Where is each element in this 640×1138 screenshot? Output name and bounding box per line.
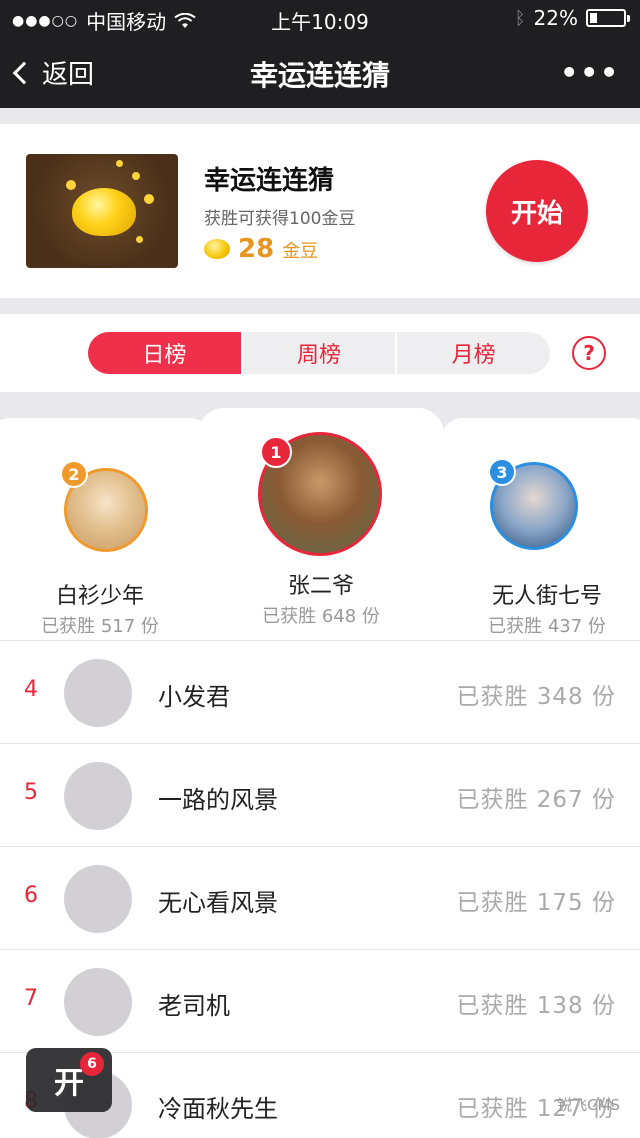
page-title: 幸运连连猜 xyxy=(249,59,390,92)
floating-open-button[interactable]: 开 6 xyxy=(26,1048,112,1112)
rank-badge: 2 xyxy=(60,460,88,488)
player-wins: 已获胜 175 份 xyxy=(456,890,616,916)
player-name: 小发君 xyxy=(158,683,230,711)
avatar xyxy=(64,659,132,727)
avatar xyxy=(64,865,132,933)
podium-rank-2[interactable]: 2 白衫少年 已获胜 517 份 xyxy=(0,418,210,640)
game-description: 获胜可获得100金豆 xyxy=(204,209,356,229)
podium-wins: 已获胜 517 份 xyxy=(41,616,159,637)
game-name: 幸运连连猜 xyxy=(204,166,335,196)
coin-balance: 28 金豆 xyxy=(204,234,318,264)
list-item[interactable]: 7 老司机 已获胜 138 份 xyxy=(0,949,640,1052)
game-thumbnail xyxy=(26,154,178,268)
navbar: 返回 幸运连连猜 ••• xyxy=(0,36,640,108)
player-wins: 已获胜 267 份 xyxy=(456,787,616,813)
podium-name: 张二爷 xyxy=(287,574,354,599)
tab-monthly[interactable]: 月榜 xyxy=(395,332,550,374)
avatar xyxy=(64,762,132,830)
avatar xyxy=(64,968,132,1036)
podium-rank-1[interactable]: 1 张二爷 已获胜 648 份 xyxy=(198,408,444,640)
podium-name: 无人街七号 xyxy=(491,584,602,609)
leaderboard-tabs-bar: 日榜 周榜 月榜 ? xyxy=(0,314,640,392)
rank-number: 7 xyxy=(24,986,38,1011)
tab-daily[interactable]: 日榜 xyxy=(88,332,241,374)
list-item[interactable]: 5 一路的风景 已获胜 267 份 xyxy=(0,743,640,846)
player-wins: 已获胜 348 份 xyxy=(456,684,616,710)
bluetooth-icon: ᛒ xyxy=(514,7,526,29)
rank-number: 4 xyxy=(24,677,38,702)
gold-bean-icon xyxy=(72,188,136,236)
rank-badge: 1 xyxy=(260,436,292,468)
notification-badge: 6 xyxy=(80,1052,104,1076)
player-name: 冷面秋先生 xyxy=(158,1095,278,1123)
help-icon[interactable]: ? xyxy=(572,336,606,370)
coin-value: 28 xyxy=(238,234,275,264)
game-card: 幸运连连猜 获胜可获得100金豆 28 金豆 开始 xyxy=(0,124,640,298)
player-name: 无心看风景 xyxy=(158,889,278,917)
list-item[interactable]: 4 小发君 已获胜 348 份 xyxy=(0,640,640,743)
more-options-button[interactable]: ••• xyxy=(560,56,620,89)
rank-number: 6 xyxy=(24,883,38,908)
rank-number: 5 xyxy=(24,780,38,805)
watermark: 锐飞CMS xyxy=(557,1096,620,1114)
podium-rank-3[interactable]: 3 无人街七号 已获胜 437 份 xyxy=(442,418,640,640)
podium-wins: 已获胜 648 份 xyxy=(262,606,380,627)
coin-unit: 金豆 xyxy=(282,241,319,262)
leaderboard-tabs: 日榜 周榜 月榜 xyxy=(88,332,550,374)
podium-wins: 已获胜 437 份 xyxy=(488,616,606,637)
gold-bean-icon xyxy=(204,239,230,259)
battery-percent: 22% xyxy=(533,6,578,30)
start-button[interactable]: 开始 xyxy=(486,160,588,262)
podium-name: 白衫少年 xyxy=(55,584,144,609)
battery-icon xyxy=(586,9,630,27)
tab-weekly[interactable]: 周榜 xyxy=(240,332,396,374)
rank-badge: 3 xyxy=(488,458,516,486)
player-name: 老司机 xyxy=(158,992,230,1020)
list-item[interactable]: 6 无心看风景 已获胜 175 份 xyxy=(0,846,640,949)
podium: 2 白衫少年 已获胜 517 份 1 张二爷 已获胜 648 份 3 无人街七号… xyxy=(0,408,640,640)
player-name: 一路的风景 xyxy=(158,786,278,814)
status-bar: ●●●○○ 中国移动 上午10:09 ᛒ 22% xyxy=(0,0,640,36)
player-wins: 已获胜 138 份 xyxy=(456,993,616,1019)
